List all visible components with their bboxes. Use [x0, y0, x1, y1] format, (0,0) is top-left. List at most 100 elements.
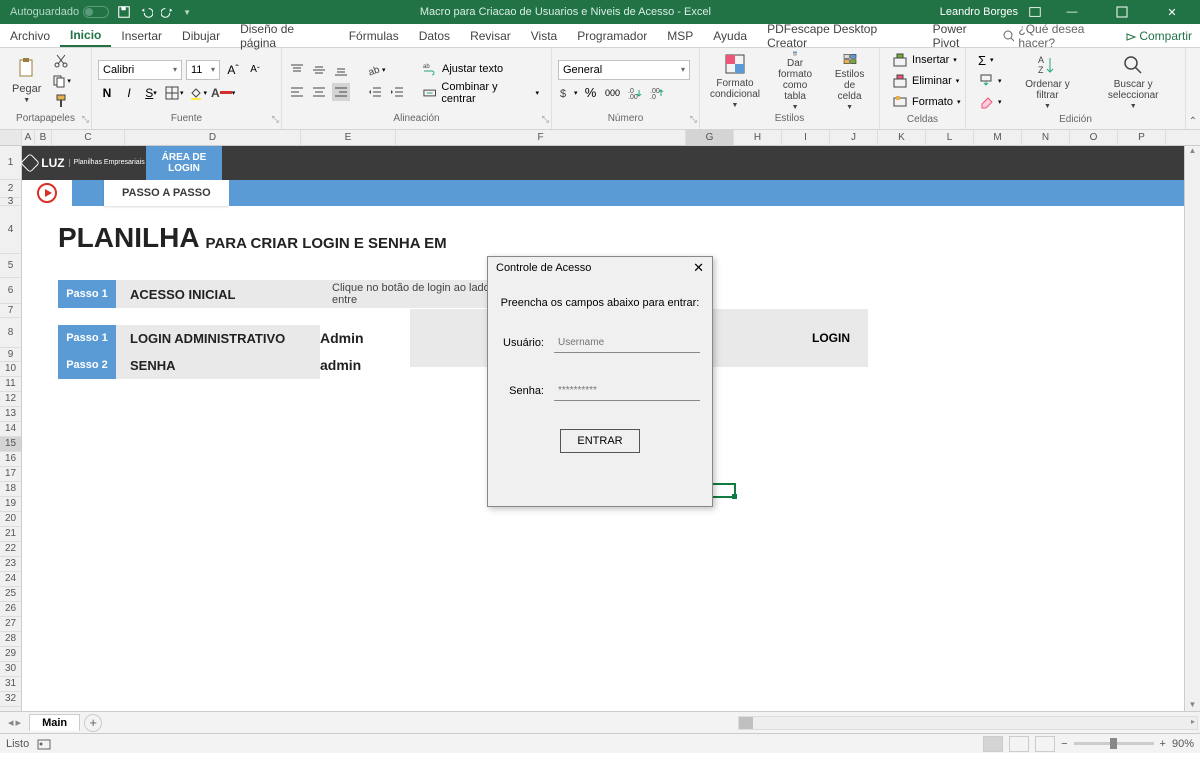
col-f[interactable]: F [396, 130, 686, 145]
bold-button[interactable]: N [98, 84, 116, 102]
row-30[interactable]: 30 [0, 662, 21, 677]
align-right-button[interactable] [332, 83, 350, 101]
col-p[interactable]: P [1118, 130, 1166, 145]
tab-msp[interactable]: MSP [657, 24, 703, 47]
maximize-button[interactable] [1102, 0, 1142, 24]
wrap-text-button[interactable]: abAjustar texto [416, 59, 545, 79]
align-top-button[interactable] [288, 61, 306, 79]
redo-icon[interactable] [161, 5, 175, 19]
borders-button[interactable]: ▾ [164, 84, 184, 102]
fill-color-button[interactable]: ▾ [188, 84, 208, 102]
tab-pdfescape[interactable]: PDFescape Desktop Creator [757, 24, 923, 47]
autosum-button[interactable]: Σ▾ [972, 50, 1008, 70]
row-16[interactable]: 16 [0, 452, 21, 467]
row-5[interactable]: 5 [0, 254, 21, 278]
row-11[interactable]: 11 [0, 377, 21, 392]
passo-a-passo-tab[interactable]: PASSO A PASSO [104, 180, 229, 206]
align-left-button[interactable] [288, 83, 306, 101]
tab-formulas[interactable]: Fórmulas [339, 24, 409, 47]
fill-handle[interactable] [732, 494, 737, 499]
insert-cells-button[interactable]: Insertar▾ [886, 50, 966, 70]
row-24[interactable]: 24 [0, 572, 21, 587]
col-o[interactable]: O [1070, 130, 1118, 145]
clipboard-dialog-icon[interactable]: ⤡ [82, 114, 89, 125]
row-10[interactable]: 10 [0, 362, 21, 377]
row-21[interactable]: 21 [0, 527, 21, 542]
row-27[interactable]: 27 [0, 617, 21, 632]
tab-powerpivot[interactable]: Power Pivot [923, 24, 1004, 47]
align-middle-button[interactable] [310, 61, 328, 79]
orientation-button[interactable]: ab▾ [366, 61, 386, 79]
zoom-slider[interactable] [1074, 742, 1154, 745]
decrease-indent-button[interactable] [366, 83, 384, 101]
accounting-format-button[interactable]: $▾ [558, 84, 578, 102]
tab-scroll-left[interactable]: ◂ [8, 716, 14, 729]
col-n[interactable]: N [1022, 130, 1070, 145]
percent-button[interactable]: % [582, 84, 600, 102]
row-23[interactable]: 23 [0, 557, 21, 572]
find-select-button[interactable]: Buscar y seleccionar▼ [1087, 51, 1179, 111]
decrease-decimal-button[interactable]: .00.0 [648, 84, 666, 102]
area-login-tab[interactable]: ÁREA DELOGIN [146, 146, 222, 180]
save-icon[interactable] [117, 5, 131, 19]
row-25[interactable]: 25 [0, 587, 21, 602]
row-31[interactable]: 31 [0, 677, 21, 692]
zoom-level[interactable]: 90% [1172, 738, 1194, 750]
zoom-out-button[interactable]: − [1061, 738, 1067, 750]
merge-center-button[interactable]: Combinar y centrar▾ [416, 83, 545, 103]
tab-dibujar[interactable]: Dibujar [172, 24, 230, 47]
clear-button[interactable]: ▾ [972, 92, 1008, 112]
format-painter-button[interactable] [51, 92, 71, 110]
row-9[interactable]: 9 [0, 348, 21, 362]
select-all-button[interactable] [0, 130, 22, 145]
tab-archivo[interactable]: Archivo [0, 24, 60, 47]
tab-insertar[interactable]: Insertar [111, 24, 172, 47]
sheet-tab-main[interactable]: Main [29, 714, 80, 731]
page-break-view-button[interactable] [1035, 736, 1055, 752]
row-28[interactable]: 28 [0, 632, 21, 647]
number-dialog-icon[interactable]: ⤡ [690, 114, 697, 125]
delete-cells-button[interactable]: Eliminar▾ [886, 71, 966, 91]
row-12[interactable]: 12 [0, 392, 21, 407]
tab-inicio[interactable]: Inicio [60, 24, 111, 47]
shrink-font-button[interactable]: Aˇ [246, 61, 264, 79]
col-b[interactable]: B [35, 130, 52, 145]
font-dialog-icon[interactable]: ⤡ [272, 114, 279, 125]
new-sheet-button[interactable]: + [84, 714, 102, 732]
comma-button[interactable]: 000 [604, 84, 622, 102]
col-a[interactable]: A [22, 130, 35, 145]
align-center-button[interactable] [310, 83, 328, 101]
qat-customize-icon[interactable]: ▼ [183, 8, 191, 17]
row-13[interactable]: 13 [0, 407, 21, 422]
row-22[interactable]: 22 [0, 542, 21, 557]
row-4[interactable]: 4 [0, 206, 21, 254]
entrar-button[interactable]: ENTRAR [560, 429, 640, 453]
vertical-scrollbar[interactable]: ▲ ▼ [1184, 146, 1200, 711]
close-button[interactable]: ✕ [1152, 0, 1192, 24]
cut-button[interactable] [51, 52, 71, 70]
col-j[interactable]: J [830, 130, 878, 145]
minimize-button[interactable]: — [1052, 0, 1092, 24]
tab-programador[interactable]: Programador [567, 24, 657, 47]
underline-button[interactable]: S▾ [142, 84, 160, 102]
format-as-table-button[interactable]: Dar formato como tabla▼ [768, 51, 822, 111]
row-32[interactable]: 32 [0, 692, 21, 707]
usuario-input[interactable] [554, 333, 700, 353]
row-19[interactable]: 19 [0, 497, 21, 512]
login-button[interactable]: LOGIN [794, 309, 868, 367]
tab-diseno[interactable]: Diseño de página [230, 24, 339, 47]
row-7[interactable]: 7 [0, 304, 21, 318]
col-k[interactable]: K [878, 130, 926, 145]
col-m[interactable]: M [974, 130, 1022, 145]
cell-styles-button[interactable]: Estilos de celda▼ [826, 51, 873, 111]
italic-button[interactable]: I [120, 84, 138, 102]
row-14[interactable]: 14 [0, 422, 21, 437]
alignment-dialog-icon[interactable]: ⤡ [542, 114, 549, 125]
sort-filter-button[interactable]: AZ Ordenar y filtrar▼ [1012, 51, 1084, 111]
play-button[interactable] [22, 180, 72, 206]
tell-me-search[interactable]: ¿Qué desea hacer? [1003, 22, 1115, 50]
tab-revisar[interactable]: Revisar [460, 24, 521, 47]
font-size-combo[interactable]: 11▾ [186, 60, 220, 80]
tab-scroll-right[interactable]: ▸ [16, 716, 22, 729]
user-name[interactable]: Leandro Borges [940, 6, 1018, 18]
